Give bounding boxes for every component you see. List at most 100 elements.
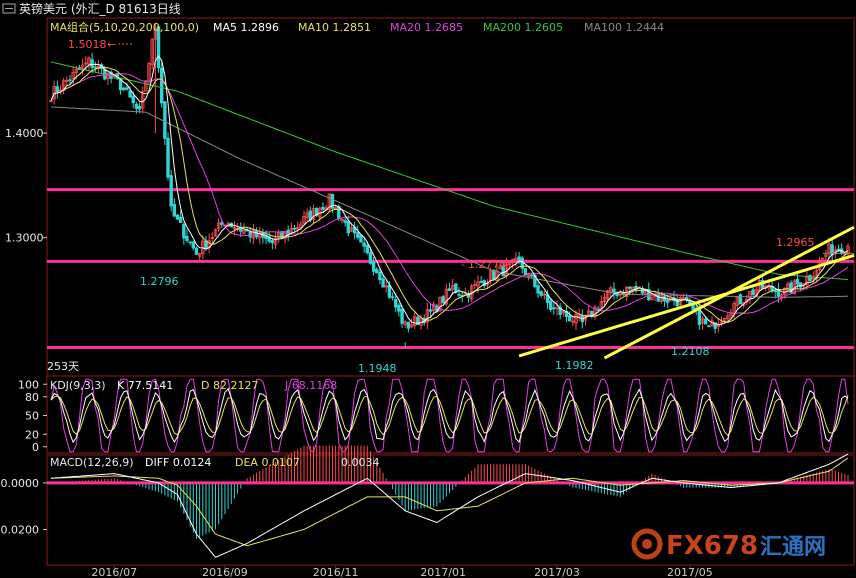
candle-body bbox=[172, 203, 177, 217]
price-tick-label: 1.4000 bbox=[5, 127, 44, 140]
annotation-low2: 1.1948 bbox=[358, 362, 397, 375]
candle-body bbox=[178, 216, 183, 223]
legend-ma20: MA20 1.2685 bbox=[390, 21, 463, 34]
legend-ma-group: MA组合(5,10,20,200,100,0) bbox=[50, 20, 199, 34]
candle-body bbox=[751, 289, 755, 295]
candle-body bbox=[182, 223, 186, 239]
candle-body bbox=[517, 256, 521, 260]
candle-body bbox=[343, 220, 347, 223]
annotation-low4: 1.2108 bbox=[671, 345, 710, 358]
watermark-brand: FX678 bbox=[666, 531, 758, 561]
annotation-high: 1.5018 bbox=[68, 38, 107, 51]
candle-body bbox=[359, 234, 363, 243]
price-frame bbox=[46, 17, 855, 377]
candle-body bbox=[394, 299, 398, 308]
candle-body bbox=[191, 241, 196, 249]
candle-body bbox=[55, 86, 60, 93]
candle-body bbox=[479, 281, 483, 283]
period-label: 253天 bbox=[47, 360, 79, 373]
window-title: 英镑美元 (外汇_D 81613日线 bbox=[19, 1, 181, 16]
candle-body bbox=[321, 206, 325, 210]
kdj-k-value: K 77.5141 bbox=[117, 379, 173, 392]
macd-diff-value: DIFF 0.0124 bbox=[145, 456, 211, 469]
candle-body bbox=[159, 67, 164, 104]
candle-body bbox=[68, 79, 72, 82]
candle-body bbox=[530, 274, 534, 277]
kdj-d-line bbox=[50, 395, 849, 436]
annotation-high-arrow: ← bbox=[107, 38, 116, 51]
candle-body bbox=[188, 241, 192, 244]
kdj-name: KDJ(9,3,3) bbox=[50, 379, 106, 392]
candle-body bbox=[406, 321, 411, 329]
candle-body bbox=[612, 288, 616, 294]
candle-body bbox=[131, 95, 135, 104]
candle-body bbox=[270, 240, 275, 244]
candle-body bbox=[666, 299, 670, 303]
candle-body bbox=[378, 271, 382, 281]
candle-body bbox=[356, 232, 360, 238]
candle-body bbox=[169, 175, 173, 207]
kdj-tick-label: 20 bbox=[25, 428, 39, 441]
title-bar: 英镑美元 (外汇_D 81613日线 bbox=[2, 1, 181, 16]
candle-body bbox=[362, 242, 366, 247]
annotation-midhigh: 1.2774 bbox=[468, 258, 507, 271]
kdj-k-line bbox=[50, 387, 849, 444]
macd-hist-value: 0.0034 bbox=[341, 456, 380, 469]
forex-chart: 英镑美元 (外汇_D 81613日线 2016/07 2016/09 2016/11… bbox=[0, 1, 855, 578]
price-tick-label: 1.3000 bbox=[5, 232, 44, 245]
candle-body bbox=[371, 261, 376, 272]
kdj-tick-label: 100 bbox=[18, 378, 39, 391]
candle-body bbox=[428, 309, 433, 312]
kdj-tick-label: 80 bbox=[25, 391, 39, 404]
watermark: FX678 汇通网 bbox=[631, 528, 826, 561]
candle-body bbox=[128, 90, 132, 98]
candle-body bbox=[90, 59, 94, 68]
candle-body bbox=[808, 274, 812, 281]
candle-body bbox=[375, 269, 379, 274]
annotation-low1: 1.2796 bbox=[140, 275, 179, 288]
legend-ma10: MA10 1.2851 bbox=[298, 21, 371, 34]
candle-body bbox=[798, 282, 803, 288]
candle-body bbox=[125, 87, 129, 90]
candle-body bbox=[346, 220, 350, 234]
candle-body bbox=[137, 106, 142, 110]
kdj-j-value: J 68.1168 bbox=[284, 379, 337, 392]
macd-tick-label: -0.0200 bbox=[0, 523, 39, 536]
candle-body bbox=[447, 288, 452, 292]
candle-body bbox=[122, 87, 126, 91]
time-tick-label: 2016/09 bbox=[202, 566, 248, 578]
macd-name: MACD(12,26,9) bbox=[50, 456, 134, 469]
candle-body bbox=[567, 315, 572, 322]
candle-body bbox=[523, 268, 528, 276]
time-tick-label: 2016/07 bbox=[91, 566, 137, 578]
candle-body bbox=[163, 101, 167, 139]
annotation-recent-high: 1.2965 bbox=[776, 236, 815, 249]
candle-body bbox=[166, 137, 170, 178]
macd-dea-value: DEA 0.0107 bbox=[235, 456, 300, 469]
candle-body bbox=[457, 293, 461, 296]
price-panel: 1.4000 1.3000 bbox=[5, 22, 855, 360]
candle-body bbox=[628, 286, 632, 289]
candle-body bbox=[239, 228, 243, 232]
watermark-cn: 汇通网 bbox=[760, 535, 826, 560]
candle-body bbox=[292, 227, 297, 230]
candle-body bbox=[397, 304, 401, 312]
annotation-low3: 1.1982 bbox=[555, 359, 594, 372]
candle-body bbox=[93, 66, 97, 69]
candle-body bbox=[466, 294, 471, 298]
candle-body bbox=[204, 240, 208, 249]
watermark-logo-dot bbox=[642, 539, 652, 549]
candle-body bbox=[175, 214, 180, 220]
trendline-shallow bbox=[518, 254, 855, 358]
time-tick-label: 2017/01 bbox=[420, 566, 466, 578]
candle-body bbox=[387, 284, 392, 298]
candle-body bbox=[381, 278, 385, 288]
candle-body bbox=[185, 236, 189, 241]
legend-ma5: MA5 1.2896 bbox=[213, 21, 279, 34]
candle-body bbox=[773, 290, 777, 293]
candle-body bbox=[795, 278, 800, 285]
macd-legend: MACD(12,26,9) DIFF 0.0124 DEA 0.0107 0.0… bbox=[50, 456, 380, 469]
candle-body bbox=[365, 244, 369, 254]
candle-body bbox=[194, 247, 199, 255]
candle-body bbox=[118, 78, 123, 91]
